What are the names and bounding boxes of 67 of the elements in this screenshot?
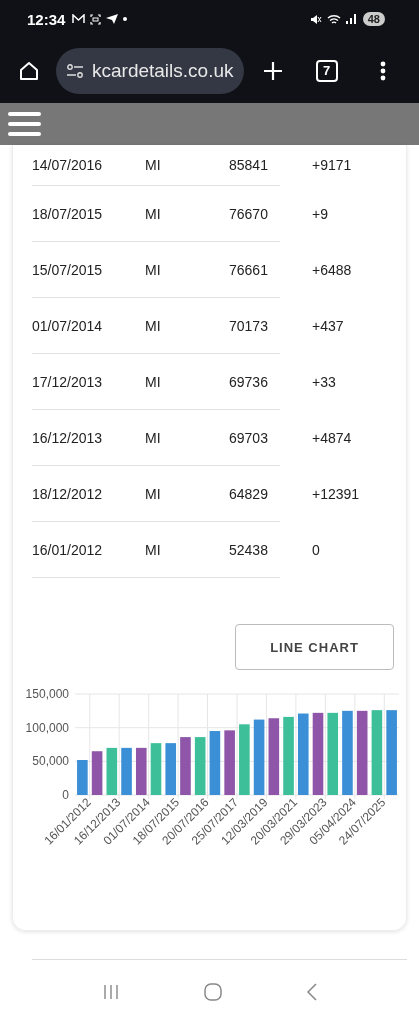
- table-cell-text: MI: [145, 261, 162, 278]
- table-cell-text: 17/12/2013: [32, 373, 104, 390]
- axis-label: 100,000: [25, 720, 69, 735]
- tab-count-button[interactable]: 7: [315, 59, 338, 82]
- table-cell-text: MI: [145, 429, 162, 446]
- wifi-icon: [326, 13, 341, 25]
- table-cell-text: 16/12/2013: [32, 429, 104, 446]
- bar: [194, 737, 206, 795]
- mail-icon: [72, 14, 86, 24]
- table-cell-text: 18/12/2012: [32, 485, 104, 502]
- new-tab-icon[interactable]: [261, 59, 284, 82]
- table-cell: 0: [312, 541, 320, 558]
- bar: [165, 743, 177, 795]
- table-cell-text: 64829: [229, 485, 269, 502]
- table-cell-text: 69703: [229, 429, 269, 446]
- table-cell-text: 14/07/2016: [32, 157, 104, 173]
- home-button-icon[interactable]: [202, 982, 223, 1002]
- address-bar[interactable]: kcardetails.co.uk: [56, 47, 244, 94]
- menu-icon[interactable]: [8, 111, 42, 137]
- table-cell-text: 18/07/2015: [32, 205, 104, 222]
- bar: [135, 747, 147, 795]
- table-cell: +437: [312, 317, 344, 334]
- home-icon[interactable]: [18, 59, 40, 82]
- table-cell-text: 16/01/2012: [32, 541, 104, 558]
- table-cell-text: 15/07/2015: [32, 261, 104, 278]
- bar: [106, 747, 118, 795]
- table-cell: +4874: [312, 429, 352, 446]
- table-cell-text: MI: [145, 317, 162, 334]
- table-cell: +9171: [312, 157, 352, 173]
- table-cell-text: MI: [145, 541, 162, 558]
- status-time: 12:34: [27, 10, 66, 28]
- table-cell-text: 76670: [229, 205, 269, 222]
- signal-icon: [345, 14, 356, 24]
- bar: [239, 724, 250, 795]
- back-icon[interactable]: [305, 983, 318, 1001]
- site-settings-icon[interactable]: [66, 63, 84, 78]
- table-cell-text: MI: [145, 485, 162, 502]
- table-cell-text: MI: [145, 205, 162, 222]
- axis-label: 0: [62, 788, 69, 802]
- bar: [224, 730, 235, 795]
- bar: [150, 743, 162, 795]
- send-icon: [106, 14, 119, 24]
- battery-level: 48: [362, 12, 385, 26]
- bar: [209, 731, 221, 795]
- more-icon[interactable]: [379, 59, 386, 82]
- bar: [77, 760, 88, 795]
- table-cell-text: 52438: [229, 541, 269, 558]
- table-cell-text: 70173: [229, 317, 269, 334]
- table-cell-text: MI: [145, 373, 162, 390]
- table-cell: +33: [312, 373, 336, 390]
- table-cell-text: 01/07/2014: [32, 317, 104, 334]
- table-cell: +12391: [312, 485, 360, 502]
- table-cell-text: 85841: [229, 157, 269, 173]
- screenshot-icon: [90, 13, 102, 25]
- table-cell-text: 69736: [229, 373, 269, 390]
- mute-icon: [309, 13, 322, 25]
- dot-icon: [123, 17, 128, 21]
- axis-label: 150,000: [25, 687, 69, 701]
- bar: [91, 751, 103, 795]
- axis-label: 50,000: [32, 754, 69, 769]
- table-cell: +9: [312, 205, 328, 222]
- table-cell: +6488: [312, 261, 352, 278]
- table-cell-text: MI: [145, 157, 162, 173]
- bar: [180, 737, 191, 795]
- line-chart-button[interactable]: LINE CHART: [235, 624, 394, 670]
- table-cell-text: 76661: [229, 261, 269, 278]
- bar: [121, 747, 132, 795]
